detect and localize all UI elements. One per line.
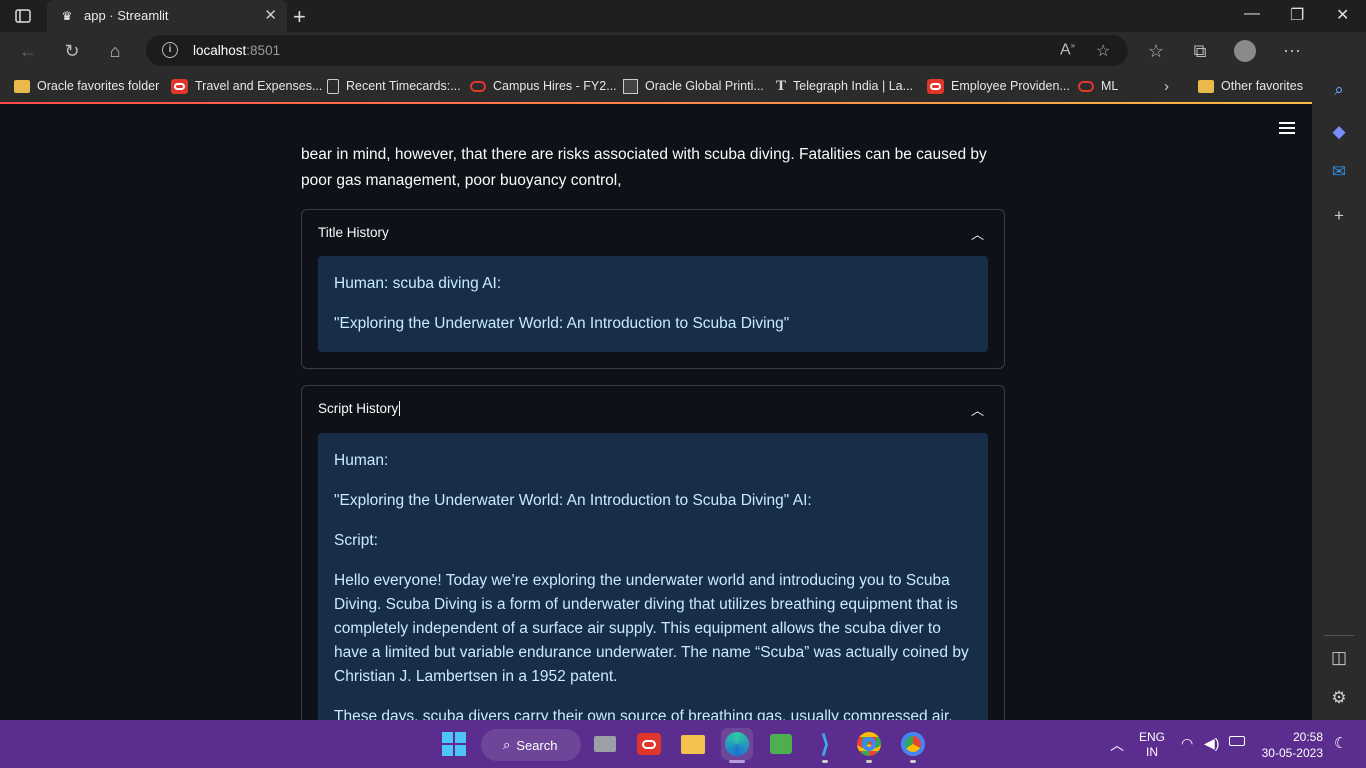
tab-title: app · Streamlit — [84, 8, 169, 23]
add-sidebar-app-icon[interactable]: + — [1329, 206, 1349, 226]
browser-tab-bar: ♛ app · Streamlit ✕ + — ❐ ✕ — [0, 0, 1366, 32]
streamlit-app: bear in mind, however, that there are ri… — [0, 104, 1312, 720]
favorite-item[interactable]: T Telegraph India | La... — [776, 76, 913, 96]
profile-avatar[interactable] — [1234, 40, 1256, 62]
start-windows-icon[interactable] — [438, 728, 470, 760]
url-host: localhost — [193, 43, 247, 58]
windows-taskbar: ⌕ Search ⟩ ︿ ENG IN ◠ ◀) 20:58 30-05-2023 ☾ — [0, 720, 1366, 768]
battery-icon[interactable] — [1229, 736, 1245, 746]
home-icon[interactable]: ⌂ — [104, 40, 126, 62]
tab-streamlit[interactable]: ♛ app · Streamlit ✕ — [47, 0, 287, 32]
new-tab-button[interactable]: + — [293, 4, 306, 30]
script-history-expander: Script History ︿ Human: "Exploring the U… — [301, 385, 1005, 720]
hide-sidebar-icon[interactable]: ◫ — [1329, 648, 1349, 668]
history-line: "Exploring the Underwater World: An Intr… — [334, 315, 790, 332]
chrome-icon[interactable] — [853, 728, 885, 763]
clock[interactable]: 20:58 30-05-2023 — [1260, 729, 1323, 761]
close-window-button[interactable]: ✕ — [1336, 5, 1349, 25]
title-history-header[interactable]: Title History ︿ — [302, 210, 1004, 256]
restore-button[interactable]: ❐ — [1290, 5, 1304, 25]
more-menu-icon[interactable]: ⋯ — [1281, 40, 1303, 62]
browser-toolbar: ← ↻ ⌂ i localhost:8501 A» ☆ ☆ ⧉ ⋯ — [0, 32, 1312, 70]
chrome-profile-icon[interactable] — [897, 728, 929, 763]
history-line: These days, scuba divers carry their own… — [334, 708, 953, 720]
history-line: Hello everyone! Today we’re exploring th… — [334, 572, 969, 685]
main-menu-icon[interactable] — [1279, 122, 1295, 134]
task-view-icon[interactable] — [589, 728, 621, 760]
favorites-icon[interactable]: ☆ — [1145, 40, 1167, 62]
expander-label: Script History — [318, 401, 401, 416]
favorite-item[interactable]: Travel and Expenses... — [171, 76, 322, 96]
other-favorites[interactable]: Other favorites — [1198, 76, 1303, 96]
show-hidden-icons-chevron-icon[interactable]: ︿ — [1110, 735, 1124, 755]
document-icon — [327, 78, 339, 94]
history-line: Human: scuba diving AI: — [334, 275, 502, 292]
tab-actions-icon[interactable] — [12, 7, 34, 25]
history-line: "Exploring the Underwater World: An Intr… — [334, 492, 812, 509]
text-cursor — [399, 401, 401, 416]
wifi-icon[interactable]: ◠ — [1181, 735, 1193, 752]
outlook-icon[interactable]: ✉ — [1329, 162, 1349, 182]
chevron-up-icon[interactable]: ︿ — [971, 400, 984, 419]
favorite-item[interactable]: Oracle favorites folder — [14, 76, 159, 96]
address-bar[interactable]: i localhost:8501 A» ☆ — [146, 35, 1128, 66]
sidebar-divider — [1324, 635, 1354, 636]
url-port: :8501 — [246, 43, 281, 58]
taskbar-search-button[interactable]: ⌕ Search — [481, 729, 581, 761]
script-history-box: Human: "Exploring the Underwater World: … — [318, 433, 988, 720]
favorite-item[interactable]: Campus Hires - FY2... — [470, 76, 617, 96]
script-output-text: bear in mind, however, that there are ri… — [301, 146, 987, 189]
minimize-button[interactable]: — — [1244, 5, 1260, 23]
read-aloud-icon[interactable]: A» — [1060, 41, 1075, 59]
oracle-app-icon[interactable] — [633, 728, 665, 760]
history-line: Human: — [334, 452, 389, 469]
vscode-icon[interactable]: ⟩ — [809, 728, 841, 763]
back-icon[interactable]: ← — [17, 40, 39, 62]
expander-label: Title History — [318, 225, 389, 240]
edge-sidebar: ⌕ ◆ ✉ + ◫ ⚙ — [1312, 32, 1366, 720]
favorite-item[interactable]: ML — [1078, 76, 1118, 96]
folder-icon — [1198, 79, 1214, 93]
language-indicator[interactable]: ENG IN — [1139, 730, 1165, 760]
history-line: Script: — [334, 532, 378, 549]
title-history-box: Human: scuba diving AI: "Exploring the U… — [318, 256, 988, 352]
file-explorer-icon[interactable] — [677, 728, 709, 760]
search-icon: ⌕ — [503, 737, 511, 752]
oracle-ring-icon — [470, 80, 486, 92]
oracle-icon — [927, 78, 944, 94]
edge-browser-icon[interactable] — [721, 728, 753, 763]
copilot-icon[interactable]: ◆ — [1329, 122, 1349, 142]
folder-icon — [14, 79, 30, 93]
add-favorite-icon[interactable]: ☆ — [1096, 41, 1110, 61]
search-icon[interactable]: ⌕ — [1329, 80, 1349, 100]
media-player-icon[interactable] — [765, 728, 797, 760]
streamlit-crown-icon: ♛ — [61, 9, 73, 23]
favorite-item[interactable]: Oracle Global Printi... — [623, 76, 764, 96]
script-history-header[interactable]: Script History ︿ — [302, 386, 1004, 433]
favorite-item[interactable]: Employee Providen... — [927, 76, 1070, 96]
site-info-icon[interactable]: i — [162, 42, 178, 58]
oracle-ring-icon — [1078, 80, 1094, 92]
favorites-bar: Oracle favorites folder Travel and Expen… — [0, 70, 1312, 102]
telegraph-icon: T — [776, 77, 787, 94]
printer-icon — [623, 78, 638, 94]
chevron-up-icon[interactable]: ︿ — [971, 224, 984, 243]
oracle-icon — [171, 78, 188, 94]
tab-close-icon[interactable]: ✕ — [264, 6, 277, 24]
volume-icon[interactable]: ◀) — [1204, 735, 1219, 752]
title-history-expander: Title History ︿ Human: scuba diving AI: … — [301, 209, 1005, 369]
settings-gear-icon[interactable]: ⚙ — [1329, 688, 1349, 708]
collections-icon[interactable]: ⧉ — [1189, 40, 1211, 62]
notifications-moon-icon[interactable]: ☾ — [1334, 734, 1347, 752]
favorites-overflow-chevron-icon[interactable]: › — [1164, 76, 1169, 96]
refresh-icon[interactable]: ↻ — [61, 40, 83, 62]
favorite-item[interactable]: Recent Timecards:... — [327, 76, 461, 96]
